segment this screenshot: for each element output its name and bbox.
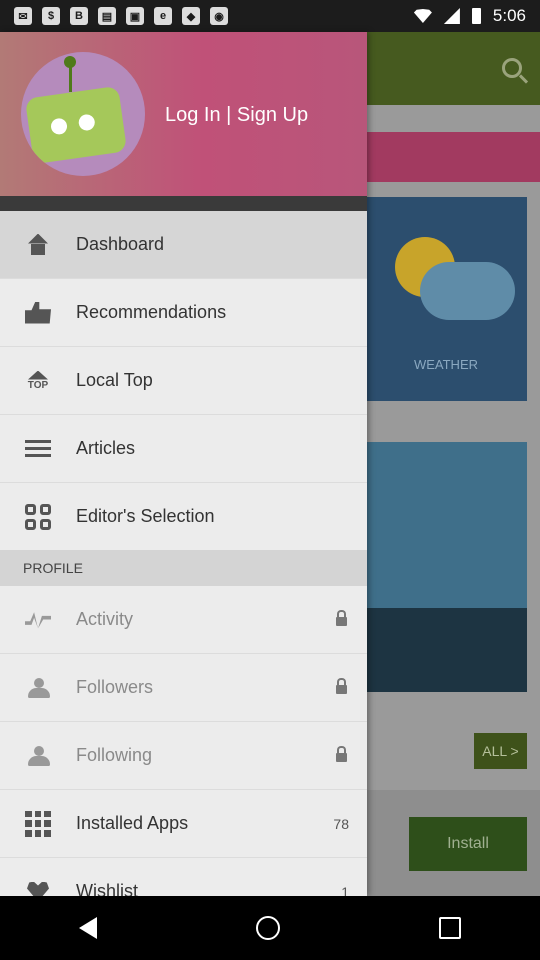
status-time: 5:06 [492, 6, 526, 25]
activity-icon [24, 606, 52, 634]
home-icon [24, 231, 52, 259]
camera-icon: ◉ [210, 7, 228, 25]
shield-icon: ◆ [182, 7, 200, 25]
articles-icon [24, 435, 52, 463]
drawer-menu: Dashboard Recommendations TOP Local Top … [0, 211, 367, 896]
menu-item-label: Wishlist [76, 881, 138, 896]
weather-label: WEATHER [413, 357, 479, 372]
cash-icon: $ [42, 7, 60, 25]
menu-item-label: Installed Apps [76, 813, 189, 833]
wifi-icon [413, 9, 432, 23]
menu-item-editors-selection[interactable]: Editor's Selection [0, 483, 367, 550]
navigation-drawer: Log In | Sign Up Dashboard Recommendatio… [0, 32, 367, 896]
menu-item-activity[interactable]: Activity [0, 586, 367, 654]
shop-icon: ▤ [98, 7, 116, 25]
featured-card-footer [365, 608, 527, 692]
notification-icons: ✉ $ B ▤ ▣ e ◆ ◉ [14, 7, 228, 25]
menu-item-dashboard[interactable]: Dashboard [0, 211, 367, 279]
menu-item-installed-apps[interactable]: Installed Apps 78 [0, 790, 367, 858]
email-icon: ✉ [14, 7, 32, 25]
status-bar: ✉ $ B ▤ ▣ e ◆ ◉ 5:06 [0, 0, 540, 32]
bitcoin-icon: B [70, 7, 88, 25]
menu-item-label: Editor's Selection [76, 506, 215, 526]
grid-icon [24, 503, 52, 531]
lock-icon [336, 610, 347, 626]
menu-item-label: Following [76, 745, 153, 765]
weather-card[interactable]: WEATHER [365, 197, 527, 401]
menu-item-label: Articles [76, 438, 136, 458]
featured-card[interactable] [365, 442, 527, 692]
battery-icon [471, 8, 481, 24]
robot-mascot-icon [24, 85, 128, 165]
avatar[interactable] [21, 52, 145, 176]
lock-icon [336, 746, 347, 762]
menu-item-label: Followers [76, 677, 154, 697]
signal-icon [443, 8, 460, 24]
drawer-divider [0, 196, 367, 211]
home-button-icon[interactable] [255, 916, 280, 940]
menu-item-label: Activity [76, 609, 134, 629]
following-icon [24, 742, 52, 770]
menu-item-label: Dashboard [76, 234, 165, 254]
followers-icon [24, 674, 52, 702]
back-icon[interactable] [79, 917, 98, 939]
esc-icon: e [154, 7, 172, 25]
apps-icon [24, 810, 52, 838]
top-icon: TOP [24, 367, 52, 395]
menu-item-followers[interactable]: Followers [0, 654, 367, 722]
ticket-icon: ▣ [126, 7, 144, 25]
wishlist-count: 1 [341, 883, 349, 897]
cloud-icon [420, 262, 515, 320]
system-navigation-bar [0, 896, 540, 960]
menu-item-recommendations[interactable]: Recommendations [0, 279, 367, 347]
drawer-header: Log In | Sign Up [0, 32, 367, 196]
install-button[interactable]: Install [409, 817, 527, 871]
menu-item-label: Local Top [76, 370, 153, 390]
all-button[interactable]: ALL > [474, 733, 527, 769]
installed-apps-count: 78 [333, 815, 349, 832]
recent-apps-icon[interactable] [438, 917, 461, 939]
menu-item-wishlist[interactable]: Wishlist 1 [0, 858, 367, 896]
menu-item-articles[interactable]: Articles [0, 415, 367, 483]
menu-item-local-top[interactable]: TOP Local Top [0, 347, 367, 415]
search-icon[interactable] [502, 58, 522, 78]
menu-item-following[interactable]: Following [0, 722, 367, 790]
thumbs-up-icon [24, 299, 52, 327]
lock-icon [336, 678, 347, 694]
menu-item-label: Recommendations [76, 302, 227, 322]
background-banner [360, 132, 540, 182]
profile-section-header: PROFILE [0, 550, 367, 586]
login-signup-link[interactable]: Log In | Sign Up [165, 104, 308, 127]
heart-icon [24, 878, 52, 896]
